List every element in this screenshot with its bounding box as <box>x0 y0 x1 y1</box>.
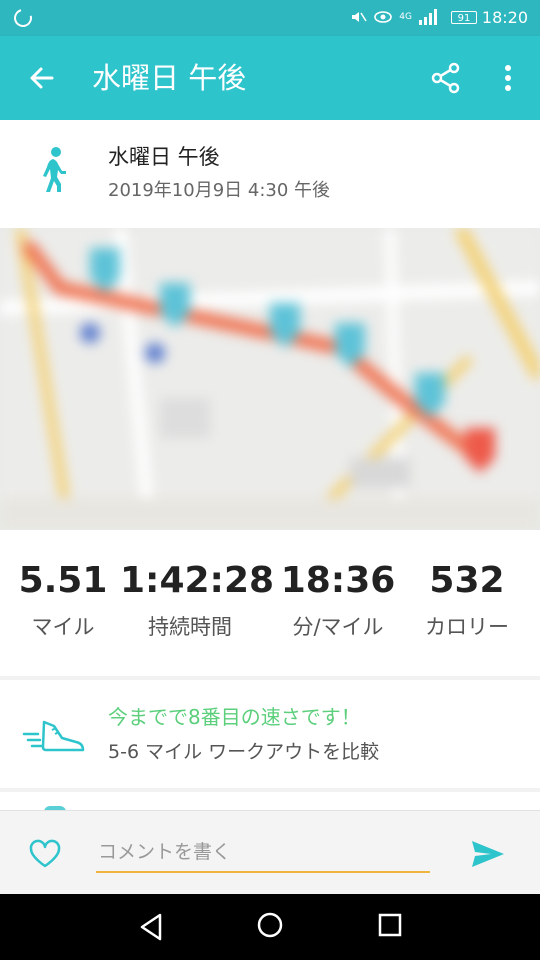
mute-icon <box>352 12 367 22</box>
stat-duration: 1:42:28 持続時間 <box>120 558 275 642</box>
walking-icon <box>43 147 66 192</box>
network-type: 4G <box>399 12 412 22</box>
battery-indicator: 91 <box>451 11 477 24</box>
app-bar: 水曜日 午後 <box>0 36 540 120</box>
nav-recent-icon[interactable] <box>378 913 402 937</box>
page-title: 水曜日 午後 <box>92 61 247 95</box>
stat-value: 18:36 <box>280 560 396 601</box>
share-icon[interactable] <box>428 60 464 96</box>
workout-comparison-card[interactable]: 今までで8番目の速さです！ 5-6 マイル ワークアウトを比較 <box>0 680 540 788</box>
activity-datetime: 2019年10月9日 4:30 午後 <box>108 180 331 201</box>
arrow-left-icon[interactable] <box>22 58 62 98</box>
stat-pace: 18:36 分/マイル <box>276 558 400 642</box>
stat-label: 分/マイル <box>292 615 384 639</box>
stat-label: カロリー <box>425 615 509 639</box>
comparison-headline: 今までで8番目の速さです！ <box>108 705 361 729</box>
comparison-subtitle: 5-6 マイル ワークアウトを比較 <box>108 741 380 763</box>
workout-stats: 5.51 マイル 1:42:28 持続時間 18:36 分/マイル 532 カロ… <box>0 530 540 676</box>
stat-calories: 532 カロリー <box>410 558 524 642</box>
status-icons: 4G <box>349 8 440 26</box>
comment-bar <box>0 810 540 895</box>
stat-distance: 5.51 マイル <box>16 558 110 642</box>
status-bar: 4G 91 18:20 <box>0 0 540 36</box>
sync-icon <box>10 5 36 31</box>
stat-label: マイル <box>31 615 95 639</box>
activity-title: 水曜日 午後 <box>108 145 220 169</box>
stat-label: 持続時間 <box>148 615 232 639</box>
nav-home-icon[interactable] <box>256 911 284 939</box>
signal-icon <box>419 9 437 25</box>
activity-header: 水曜日 午後 2019年10月9日 4:30 午後 <box>0 120 540 228</box>
send-icon[interactable] <box>470 839 506 869</box>
heart-icon[interactable] <box>28 839 62 869</box>
route-map[interactable] <box>0 228 540 530</box>
system-nav-bar <box>0 894 540 960</box>
running-shoe-icon <box>22 720 85 752</box>
status-time: 18:20 <box>481 8 528 27</box>
stat-value: 1:42:28 <box>120 560 275 601</box>
stat-value: 5.51 <box>18 560 108 601</box>
eye-icon <box>374 11 393 23</box>
comment-input[interactable] <box>96 833 430 873</box>
more-vert-icon[interactable] <box>494 60 522 96</box>
stat-value: 532 <box>429 560 505 601</box>
next-card-peek <box>0 792 540 812</box>
nav-back-icon[interactable] <box>138 912 164 942</box>
